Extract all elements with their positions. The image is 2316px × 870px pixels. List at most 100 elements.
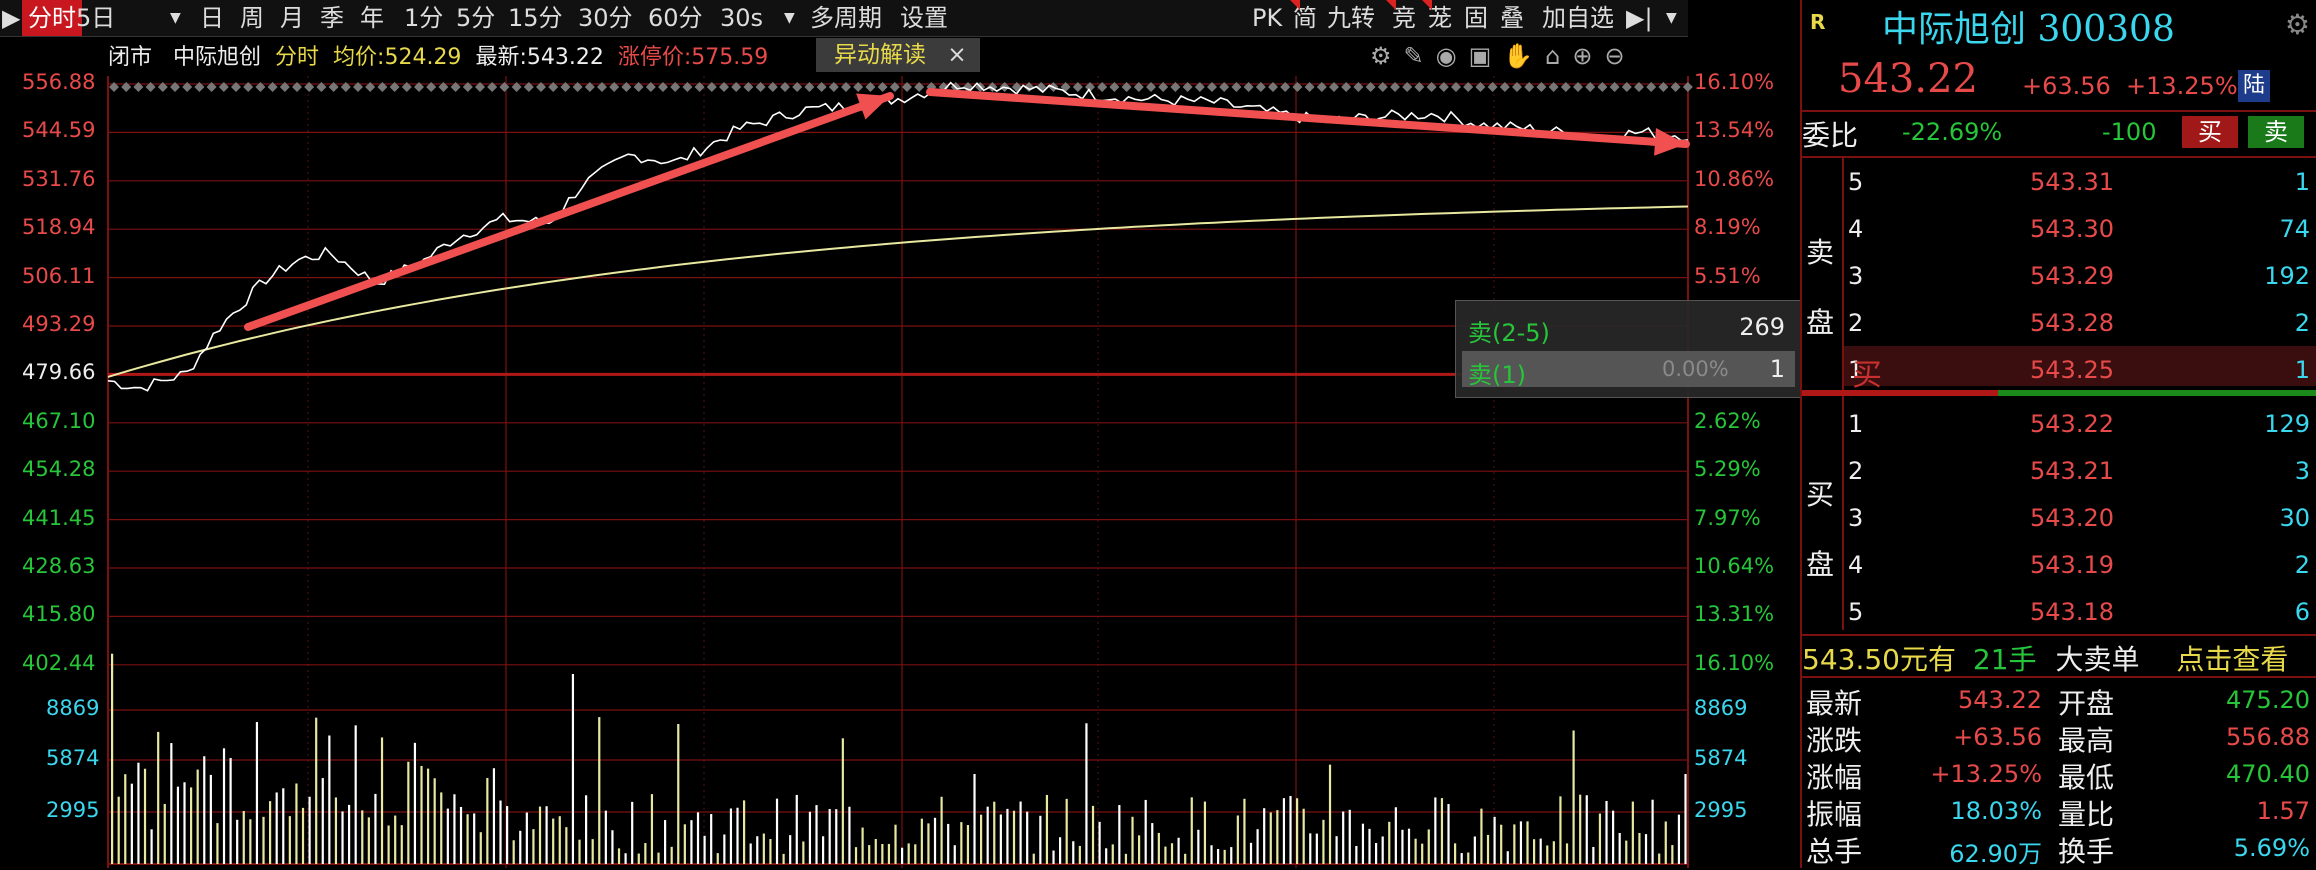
- volume-bar: [736, 807, 739, 864]
- volume-bar: [1302, 808, 1305, 864]
- sell-order-price[interactable]: 543.25: [1974, 356, 2114, 384]
- buy-order-qty: 6: [2294, 598, 2310, 626]
- pct-axis-label: 5.29%: [1694, 457, 1761, 482]
- volume-bar: [861, 827, 864, 864]
- panel-price: 543.22: [1838, 56, 1978, 102]
- volume-bar: [1032, 853, 1035, 864]
- sell-order-price[interactable]: 543.28: [1974, 309, 2114, 337]
- volume-bar: [525, 812, 528, 864]
- volume-bar: [532, 829, 535, 864]
- volume-bars: [111, 653, 1687, 864]
- volume-bar: [710, 814, 713, 864]
- volume-bar: [1045, 794, 1049, 864]
- volume-bar: [1559, 796, 1562, 864]
- buy-order-price[interactable]: 543.18: [1974, 598, 2114, 626]
- volume-bar: [901, 847, 904, 864]
- volume-bar: [1460, 853, 1463, 864]
- volume-bar: [440, 792, 443, 864]
- price-axis-label: 506.11: [22, 263, 96, 288]
- sell-side-label: 卖盘: [1806, 236, 1835, 339]
- volume-bar: [1612, 810, 1615, 864]
- volume-bar: [117, 796, 120, 864]
- volume-bar: [953, 845, 956, 864]
- volume-bar: [650, 794, 654, 864]
- sell-order-price[interactable]: 543.29: [1974, 262, 2114, 290]
- price-axis-label: 467.10: [22, 408, 96, 433]
- volume-bar: [1256, 829, 1259, 864]
- pct-axis-label: 5.51%: [1694, 263, 1761, 288]
- volume-bar: [538, 806, 542, 864]
- big-order-row[interactable]: 543.50元有 21手 大卖单 点击查看: [1802, 638, 2288, 678]
- volume-bar: [1658, 853, 1661, 864]
- volume-bar: [841, 738, 844, 864]
- buy-order-price[interactable]: 543.22: [1974, 410, 2114, 438]
- volume-bar: [1467, 852, 1470, 864]
- sell-button[interactable]: 卖: [2248, 116, 2304, 148]
- buy-order-price[interactable]: 543.21: [1974, 457, 2114, 485]
- volume-bar: [696, 812, 700, 864]
- volume-bar: [1644, 834, 1648, 864]
- volume-bar: [157, 731, 160, 864]
- price-axis-label: 518.94: [22, 215, 96, 240]
- volume-bar: [973, 774, 976, 864]
- sell-order-price[interactable]: 543.31: [1974, 168, 2114, 196]
- volume-bar: [446, 808, 449, 864]
- volume-bar: [775, 798, 779, 864]
- buy-order-level: 3: [1848, 504, 1864, 532]
- volume-bar: [565, 827, 568, 864]
- volume-bar: [1631, 801, 1634, 864]
- volume-bar: [1059, 837, 1062, 864]
- pct-axis-label: 10.86%: [1694, 166, 1775, 191]
- volume-bar: [617, 848, 621, 864]
- volume-bar: [1328, 764, 1332, 864]
- price-axis-label: 428.63: [22, 554, 96, 578]
- stat-value: 5.69%: [2233, 834, 2310, 862]
- trend-arrow-head: [856, 93, 890, 120]
- volume-bar: [506, 806, 509, 864]
- trend-arrow-line: [244, 92, 894, 331]
- volume-bar: [400, 825, 403, 864]
- volume-bar: [1026, 811, 1029, 864]
- volume-bar: [1335, 836, 1338, 864]
- volume-bar: [1223, 849, 1226, 864]
- buy-order-price[interactable]: 543.19: [1974, 551, 2114, 579]
- volume-bar: [1486, 834, 1490, 864]
- ratio-bar-buy: [1802, 390, 1998, 396]
- volume-bar: [1217, 849, 1220, 864]
- volume-bar: [1454, 843, 1457, 864]
- volume-bar: [670, 846, 673, 864]
- sell-order-price[interactable]: 543.30: [1974, 215, 2114, 243]
- volume-bar: [933, 817, 937, 864]
- stat-label: 最低: [2058, 761, 2115, 794]
- volume-bar: [137, 762, 140, 864]
- volume-bar: [354, 725, 357, 864]
- gear-icon[interactable]: ⚙: [2285, 8, 2310, 41]
- volume-bar: [1368, 828, 1371, 864]
- volume-bar: [1427, 829, 1430, 864]
- panel-change: +63.56: [2022, 72, 2111, 100]
- volume-bar: [1401, 829, 1404, 864]
- volume-bar: [545, 806, 548, 864]
- volume-axis-label: 8869: [46, 696, 100, 720]
- stat-value: 1.57: [2256, 797, 2310, 825]
- pct-axis-label: 7.97%: [1694, 505, 1761, 530]
- volume-bar: [848, 806, 851, 864]
- buy-button[interactable]: 买: [2182, 116, 2238, 148]
- buy-order-price[interactable]: 543.20: [1974, 504, 2114, 532]
- volume-bar: [703, 835, 706, 864]
- sell-order-level: 3: [1848, 262, 1864, 290]
- big-order-link[interactable]: 点击查看: [2176, 643, 2288, 676]
- volume-bar: [479, 832, 482, 864]
- stat-value: 543.22: [1958, 686, 2042, 714]
- buy-order-level: 1: [1848, 410, 1864, 438]
- volume-bar: [229, 758, 232, 864]
- volume-bar: [295, 783, 298, 864]
- volume-bar: [1085, 723, 1088, 864]
- volume-bar: [1315, 833, 1318, 864]
- stat-label: 换手: [2058, 835, 2115, 868]
- volume-bar: [203, 756, 206, 864]
- volume-bar: [743, 800, 746, 864]
- volume-bar: [815, 805, 818, 864]
- volume-bar: [1091, 805, 1095, 864]
- pct-axis-label: 8.19%: [1694, 215, 1761, 240]
